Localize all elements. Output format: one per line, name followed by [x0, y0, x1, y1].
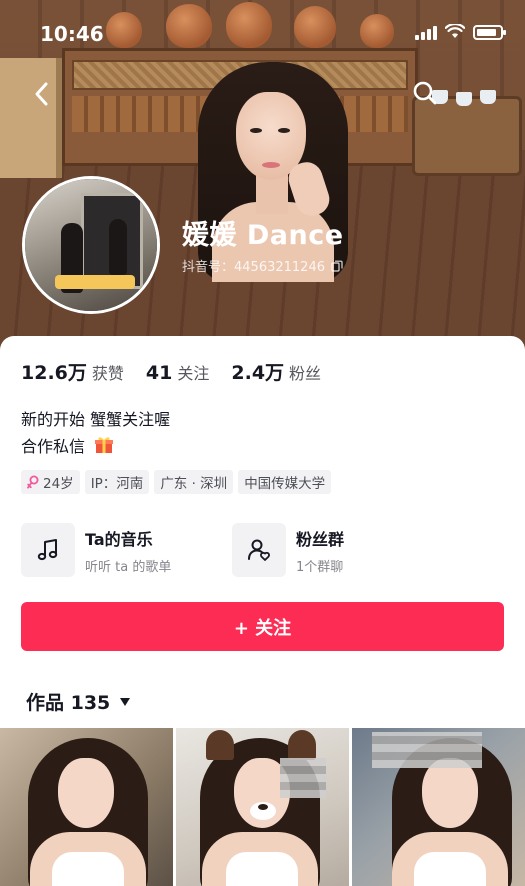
- video-thumbnail[interactable]: [0, 728, 173, 886]
- signal-icon: [415, 25, 437, 40]
- works-label: 作品 135: [26, 692, 111, 714]
- stat-following[interactable]: 41 关注: [146, 360, 209, 384]
- tag-location: 广东 · 深圳: [154, 470, 234, 494]
- video-thumbnail[interactable]: [352, 728, 525, 886]
- video-thumbnail[interactable]: [176, 728, 349, 886]
- cover-pot: [294, 6, 336, 48]
- stat-followers[interactable]: 2.4万 粉丝: [231, 358, 321, 385]
- battery-level: [477, 29, 496, 36]
- cover-pot: [226, 2, 272, 48]
- profile-stats: 12.6万 获赞 41 关注 2.4万 粉丝: [21, 358, 343, 385]
- cover-side-table: [0, 58, 62, 178]
- music-card-title: Ta的音乐: [85, 529, 153, 549]
- music-card-subtitle: 听听 ta 的歌单: [85, 559, 172, 575]
- cover-pot: [106, 12, 142, 48]
- group-icon: [248, 539, 270, 561]
- douyin-id[interactable]: 抖音号：44563211246: [182, 256, 343, 275]
- bio-line: 合作私信: [21, 437, 86, 456]
- status-icons: [415, 24, 506, 40]
- cover-pot: [166, 4, 212, 48]
- profile-tags: 24岁 IP：河南 广东 · 深圳 中国传媒大学: [21, 470, 332, 494]
- follow-button[interactable]: + 关注: [21, 602, 504, 651]
- cover-cup: [480, 90, 496, 104]
- fans-group-card[interactable]: 粉丝群 1个群聊: [232, 522, 432, 578]
- battery-icon: [473, 25, 506, 40]
- feature-cards: Ta的音乐 听听 ta 的歌单 粉丝群 1个群聊: [21, 522, 432, 578]
- cover-pot: [360, 14, 394, 48]
- tag-school[interactable]: 中国传媒大学: [238, 470, 332, 494]
- tag-age-text: 24岁: [43, 476, 74, 492]
- tag-ip: IP：河南: [84, 470, 150, 494]
- caret-down-icon: [120, 697, 131, 706]
- back-icon[interactable]: [30, 80, 54, 108]
- status-time: 10:46: [40, 22, 104, 46]
- tag-age: 24岁: [21, 470, 80, 494]
- fans-card-text: 粉丝群 1个群聊: [296, 526, 344, 575]
- music-card-text: Ta的音乐 听听 ta 的歌单: [85, 526, 171, 575]
- works-grid: [0, 728, 525, 886]
- fans-card-subtitle: 1个群聊: [296, 559, 344, 575]
- tab-works[interactable]: 作品 135: [26, 688, 131, 715]
- follow-button-label: + 关注: [233, 617, 292, 639]
- group-icon-box: [232, 523, 286, 577]
- stat-likes: 12.6万 获赞: [21, 358, 124, 385]
- cover-tea-table: [412, 96, 522, 176]
- bio-line-contact: 合作私信: [21, 433, 170, 460]
- stat-label: 关注: [177, 364, 210, 383]
- stat-label: 粉丝: [289, 364, 322, 383]
- female-icon: [27, 475, 39, 489]
- music-card[interactable]: Ta的音乐 听听 ta 的歌单: [21, 522, 221, 578]
- bio-line: 新的开始 蟹蟹关注喔: [21, 410, 171, 429]
- wifi-icon: [445, 24, 465, 38]
- fans-card-title: 粉丝群: [296, 529, 345, 549]
- copy-icon[interactable]: [331, 260, 343, 272]
- music-icon-box: [21, 523, 75, 577]
- gift-icon: [95, 437, 114, 453]
- profile-bio: 新的开始 蟹蟹关注喔 合作私信: [21, 406, 170, 460]
- profile-panel: 12.6万 获赞 41 关注 2.4万 粉丝 新的开始 蟹蟹关注喔 合作私信 2…: [0, 336, 525, 886]
- search-icon[interactable]: [412, 80, 438, 106]
- stat-value: 41: [145, 362, 173, 384]
- avatar[interactable]: [22, 176, 160, 314]
- profile-nickname: 媛媛 Dance: [182, 220, 344, 251]
- music-icon: [37, 539, 58, 561]
- cover-cup: [456, 92, 472, 106]
- douyin-id-text: 抖音号：44563211246: [182, 260, 325, 275]
- stat-value: 2.4万: [231, 362, 285, 384]
- stat-value: 12.6万: [21, 362, 87, 384]
- stat-label: 获赞: [91, 364, 124, 383]
